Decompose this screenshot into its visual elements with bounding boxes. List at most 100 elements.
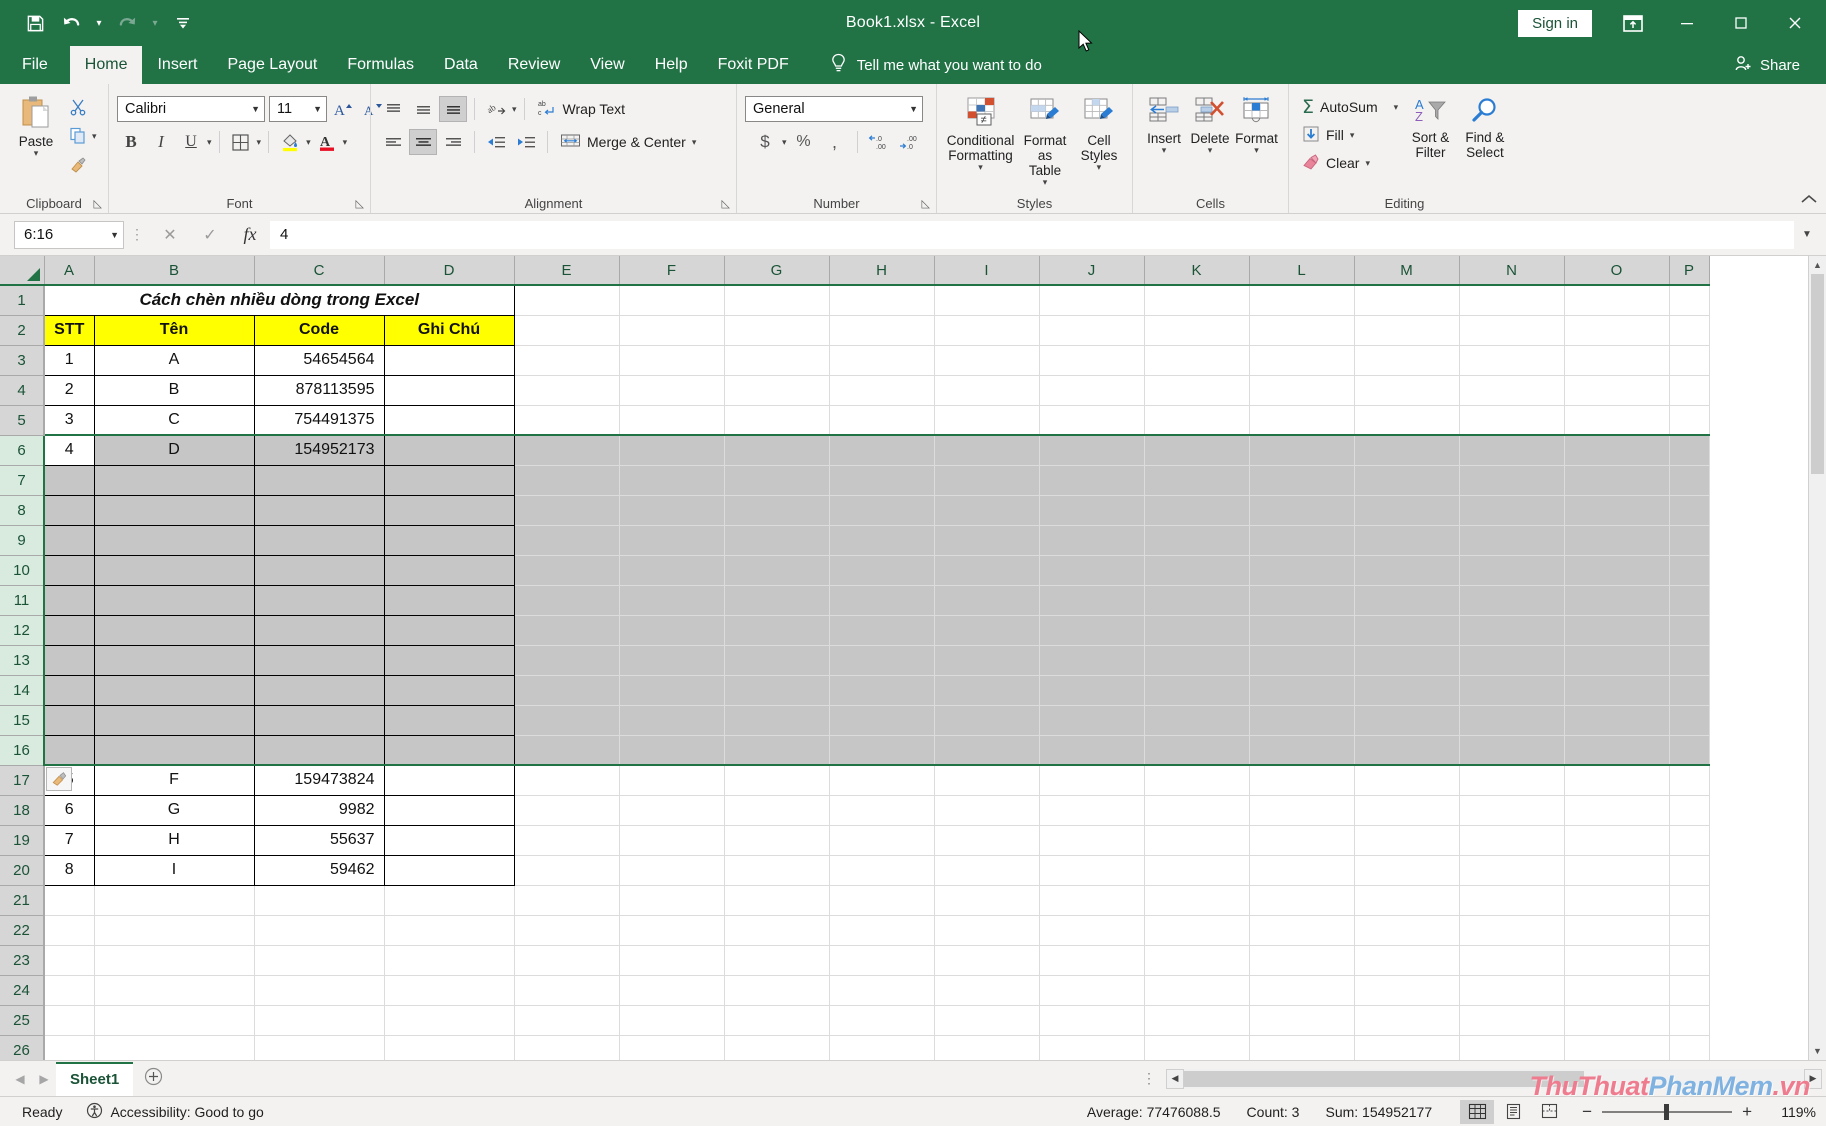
cell-o6[interactable] xyxy=(1564,434,1670,466)
cell-p17[interactable] xyxy=(1669,765,1710,796)
cell-b6[interactable]: D xyxy=(93,434,255,466)
cell-i22[interactable] xyxy=(934,915,1040,946)
horizontal-scroll-track[interactable] xyxy=(1184,1068,1804,1089)
cell-m19[interactable] xyxy=(1354,825,1460,856)
cell-h21[interactable] xyxy=(829,885,935,916)
cell-d3[interactable] xyxy=(383,344,515,376)
cell-e3[interactable] xyxy=(514,345,620,376)
cell-p26[interactable] xyxy=(1669,1035,1710,1060)
cell-p18[interactable] xyxy=(1669,795,1710,826)
cell-a9[interactable] xyxy=(43,524,95,556)
cell-c15[interactable] xyxy=(253,704,385,736)
cell-g2[interactable] xyxy=(724,315,830,346)
customize-quick-access-icon[interactable] xyxy=(166,6,200,40)
cell-i14[interactable] xyxy=(934,675,1040,706)
copy-dropdown-icon[interactable]: ▾ xyxy=(92,131,97,142)
cell-f22[interactable] xyxy=(619,915,725,946)
cell-m17[interactable] xyxy=(1354,765,1460,796)
accounting-dropdown-icon[interactable]: ▾ xyxy=(782,137,787,148)
cell-f12[interactable] xyxy=(619,615,725,646)
cell-b8[interactable] xyxy=(93,494,255,526)
cell-n9[interactable] xyxy=(1459,525,1565,556)
cell-m20[interactable] xyxy=(1354,855,1460,886)
cell-i4[interactable] xyxy=(934,375,1040,406)
cell-g3[interactable] xyxy=(724,345,830,376)
cell-k18[interactable] xyxy=(1144,795,1250,826)
cell-a7[interactable] xyxy=(43,464,95,496)
cell-k5[interactable] xyxy=(1144,405,1250,436)
cancel-formula-icon[interactable]: ✕ xyxy=(150,221,190,249)
cell-g8[interactable] xyxy=(724,495,830,526)
cell-m6[interactable] xyxy=(1354,434,1460,466)
cell-c6[interactable]: 154952173 xyxy=(253,434,385,466)
decrease-decimal-button[interactable]: .0.00 xyxy=(866,129,894,155)
cell-k21[interactable] xyxy=(1144,885,1250,916)
cell-o16[interactable] xyxy=(1564,735,1670,766)
cell-a2-stt[interactable]: STT xyxy=(43,314,95,346)
cell-h7[interactable] xyxy=(829,465,935,496)
row-header-13[interactable]: 13 xyxy=(0,645,45,676)
cell-b2-ten[interactable]: Tên xyxy=(93,314,255,346)
cell-f10[interactable] xyxy=(619,555,725,586)
cell-c26[interactable] xyxy=(254,1035,385,1060)
cell-a26[interactable] xyxy=(44,1035,95,1060)
column-header-p[interactable]: P xyxy=(1669,256,1710,286)
format-cells-button[interactable]: Format ▾ xyxy=(1233,93,1280,157)
cell-c7[interactable] xyxy=(253,464,385,496)
zoom-in-button[interactable]: + xyxy=(1742,1102,1752,1122)
cell-l25[interactable] xyxy=(1249,1005,1355,1036)
cell-e18[interactable] xyxy=(514,795,620,826)
cell-m1[interactable] xyxy=(1354,285,1460,316)
cell-c2-code[interactable]: Code xyxy=(253,314,385,346)
cell-m23[interactable] xyxy=(1354,945,1460,976)
cell-g7[interactable] xyxy=(724,465,830,496)
cell-c22[interactable] xyxy=(254,915,385,946)
borders-button[interactable] xyxy=(227,129,255,155)
column-header-m[interactable]: M xyxy=(1354,256,1460,286)
page-layout-view-button[interactable] xyxy=(1496,1100,1530,1124)
fill-dropdown-icon[interactable]: ▾ xyxy=(1350,130,1355,141)
cell-g15[interactable] xyxy=(724,705,830,736)
cell-l26[interactable] xyxy=(1249,1035,1355,1060)
cell-n4[interactable] xyxy=(1459,375,1565,406)
cell-m9[interactable] xyxy=(1354,525,1460,556)
cell-k10[interactable] xyxy=(1144,555,1250,586)
row-header-5[interactable]: 5 xyxy=(0,405,45,436)
cell-n25[interactable] xyxy=(1459,1005,1565,1036)
cell-o9[interactable] xyxy=(1564,525,1670,556)
cell-h4[interactable] xyxy=(829,375,935,406)
cell-e13[interactable] xyxy=(514,645,620,676)
cell-a13[interactable] xyxy=(43,644,95,676)
column-header-e[interactable]: E xyxy=(514,256,620,286)
cell-p20[interactable] xyxy=(1669,855,1710,886)
row-header-15[interactable]: 15 xyxy=(0,705,45,736)
column-header-j[interactable]: J xyxy=(1039,256,1145,286)
cell-n10[interactable] xyxy=(1459,555,1565,586)
cell-a18[interactable]: 6 xyxy=(43,794,95,826)
row-header-20[interactable]: 20 xyxy=(0,855,45,886)
redo-dropdown-icon[interactable]: ▾ xyxy=(146,6,164,40)
cell-l17[interactable] xyxy=(1249,765,1355,796)
clear-button[interactable]: Clear ▾ xyxy=(1297,150,1403,176)
cell-k15[interactable] xyxy=(1144,705,1250,736)
cell-l12[interactable] xyxy=(1249,615,1355,646)
cell-h12[interactable] xyxy=(829,615,935,646)
cell-d8[interactable] xyxy=(383,494,515,526)
cell-a14[interactable] xyxy=(43,674,95,706)
cell-j7[interactable] xyxy=(1039,465,1145,496)
cell-c13[interactable] xyxy=(253,644,385,676)
cell-p2[interactable] xyxy=(1669,315,1710,346)
select-all-button[interactable] xyxy=(0,256,45,286)
cell-j21[interactable] xyxy=(1039,885,1145,916)
sign-in-button[interactable]: Sign in xyxy=(1518,9,1592,37)
name-box-dropdown-icon[interactable]: ▼ xyxy=(110,230,119,240)
cell-i1[interactable] xyxy=(934,285,1040,316)
cell-e17[interactable] xyxy=(514,765,620,796)
number-format-combo[interactable]: General ▼ xyxy=(745,96,923,122)
cell-m3[interactable] xyxy=(1354,345,1460,376)
undo-dropdown-icon[interactable]: ▾ xyxy=(90,6,108,40)
cell-h25[interactable] xyxy=(829,1005,935,1036)
cell-d11[interactable] xyxy=(383,584,515,616)
cell-p12[interactable] xyxy=(1669,615,1710,646)
orientation-dropdown-icon[interactable]: ▾ xyxy=(512,104,517,115)
